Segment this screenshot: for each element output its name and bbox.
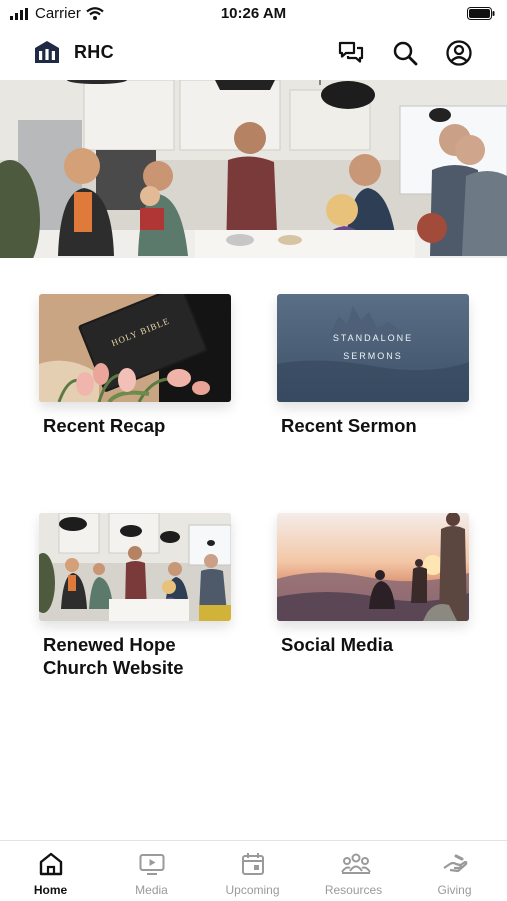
card-church-website[interactable]: Renewed Hope Church Website	[39, 513, 231, 679]
recent-recap-thumbnail: HOLY BIBLE	[39, 294, 231, 402]
tab-label: Giving	[437, 883, 472, 897]
card-label: Recent Sermon	[281, 415, 417, 436]
card-label: Recent Recap	[43, 415, 166, 436]
giving-hand-icon	[442, 851, 468, 877]
tab-resources[interactable]: Resources	[303, 841, 404, 901]
media-play-icon	[139, 851, 165, 877]
chat-icon[interactable]	[337, 39, 365, 67]
church-logo-icon	[35, 41, 59, 63]
hero-image	[0, 80, 507, 258]
top-navigation: RHC	[0, 28, 507, 78]
status-bar: Carrier 10:26 AM	[0, 0, 507, 28]
battery-icon	[467, 7, 495, 20]
card-recent-sermon[interactable]: STANDALONE SERMONS Recent Sermon	[277, 294, 469, 437]
church-website-thumbnail	[39, 513, 231, 621]
tab-label: Media	[135, 883, 168, 897]
tab-label: Resources	[324, 883, 383, 897]
sermon-thumb-line-1: STANDALONE	[333, 333, 413, 343]
tab-media[interactable]: Media	[101, 841, 202, 901]
recent-sermon-thumbnail: STANDALONE SERMONS	[277, 294, 469, 402]
sermon-thumb-line-2: SERMONS	[343, 351, 403, 361]
tab-giving[interactable]: Giving	[404, 841, 505, 901]
home-icon	[38, 851, 64, 877]
account-icon[interactable]	[445, 39, 473, 67]
app-title: RHC	[74, 41, 114, 62]
tab-label: Upcoming	[225, 883, 280, 897]
card-label: Renewed Hope Church Website	[43, 634, 184, 678]
card-label: Social Media	[281, 634, 394, 655]
social-media-thumbnail	[277, 513, 469, 621]
tab-label: Home	[33, 883, 68, 897]
signal-icon	[10, 7, 28, 20]
search-icon[interactable]	[391, 39, 419, 67]
card-social-media[interactable]: Social Media	[277, 513, 469, 656]
header-actions	[337, 39, 473, 67]
wifi-icon	[86, 7, 104, 20]
brand[interactable]: RHC	[34, 40, 114, 64]
tab-home[interactable]: Home	[0, 841, 101, 901]
status-left: Carrier	[10, 5, 104, 22]
calendar-icon	[240, 851, 266, 877]
people-icon	[340, 851, 371, 877]
tab-upcoming[interactable]: Upcoming	[202, 841, 303, 901]
carrier-label: Carrier	[35, 5, 81, 22]
bottom-tab-bar: Home Media Upcoming Resources Giving	[0, 840, 507, 901]
card-recent-recap[interactable]: HOLY BIBLE Recent Recap	[39, 294, 231, 437]
